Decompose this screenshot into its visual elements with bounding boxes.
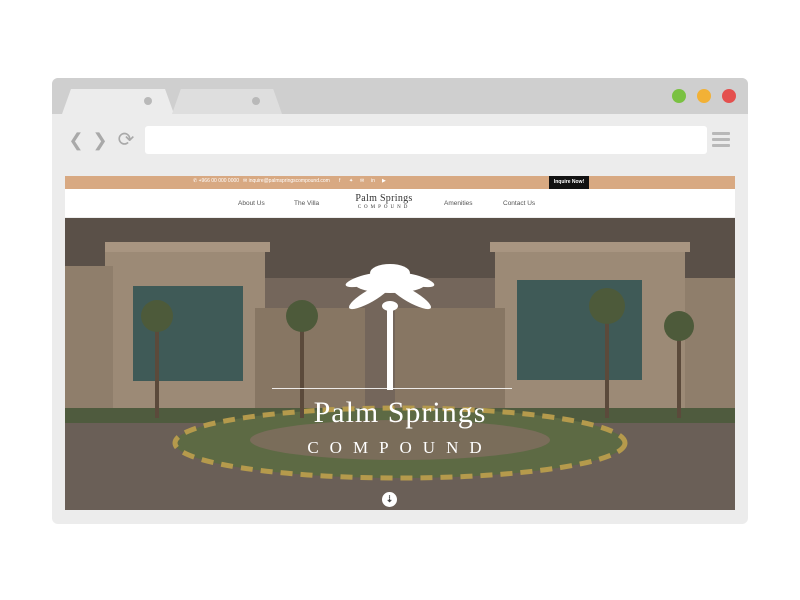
logo-line-2: COMPOUND <box>357 205 411 210</box>
tab-bar <box>52 78 748 114</box>
browser-toolbar: ❮ ❯ ⟳ <box>52 114 748 166</box>
facebook-icon[interactable]: f <box>339 178 340 184</box>
browser-tab[interactable] <box>172 89 282 114</box>
phone-text[interactable]: ✆ +966 00 000 0000 <box>193 178 239 184</box>
hero-banner: Palm Springs COMPOUND ⇣ <box>65 218 735 510</box>
email-icon[interactable]: ✉ <box>360 178 364 184</box>
maximize-button[interactable] <box>672 89 686 103</box>
reload-icon[interactable]: ⟳ <box>116 130 136 150</box>
inquire-now-button[interactable]: Inquire Now! <box>549 176 589 189</box>
phone-number: +966 00 000 0000 <box>198 178 240 184</box>
chevrons-down-icon[interactable]: ⇣ <box>382 492 397 507</box>
nav-the-villa[interactable]: The Villa <box>294 200 319 207</box>
linkedin-icon[interactable]: in <box>371 178 375 184</box>
hero-title: Palm Springs <box>313 396 487 429</box>
nav-amenities[interactable]: Amenities <box>444 200 473 207</box>
youtube-icon[interactable]: ▶ <box>382 178 386 184</box>
menu-icon[interactable] <box>712 132 730 150</box>
close-button[interactable] <box>722 89 736 103</box>
hero-background-image <box>65 218 735 510</box>
browser-tab-active[interactable] <box>62 89 174 114</box>
email-link[interactable]: ✉ inquire@palmspringscompound.com <box>243 178 330 184</box>
nav-about-us[interactable]: About Us <box>238 200 265 207</box>
page-viewport: ✆ +966 00 000 0000 ✉ inquire@palmsprings… <box>65 176 735 510</box>
site-logo[interactable]: Palm Springs COMPOUND <box>348 194 420 211</box>
tab-close-icon[interactable] <box>252 97 260 105</box>
minimize-button[interactable] <box>697 89 711 103</box>
logo-line-1: Palm Springs <box>355 193 413 204</box>
main-nav: About Us The Villa Palm Springs COMPOUND… <box>65 189 735 218</box>
hero-divider <box>272 388 512 389</box>
email-address: inquire@palmspringscompound.com <box>248 178 330 184</box>
tab-close-icon[interactable] <box>144 97 152 105</box>
address-bar[interactable] <box>145 126 707 154</box>
contact-topbar: ✆ +966 00 000 0000 ✉ inquire@palmsprings… <box>65 176 735 189</box>
back-icon[interactable]: ❮ <box>66 130 86 150</box>
hero-subtitle: COMPOUND <box>307 438 493 457</box>
browser-window: ❮ ❯ ⟳ ✆ +966 00 000 0000 ✉ inquire@palms… <box>52 78 748 524</box>
twitter-icon[interactable]: ✦ <box>349 178 353 184</box>
nav-contact-us[interactable]: Contact Us <box>503 200 535 207</box>
forward-icon[interactable]: ❯ <box>90 130 110 150</box>
